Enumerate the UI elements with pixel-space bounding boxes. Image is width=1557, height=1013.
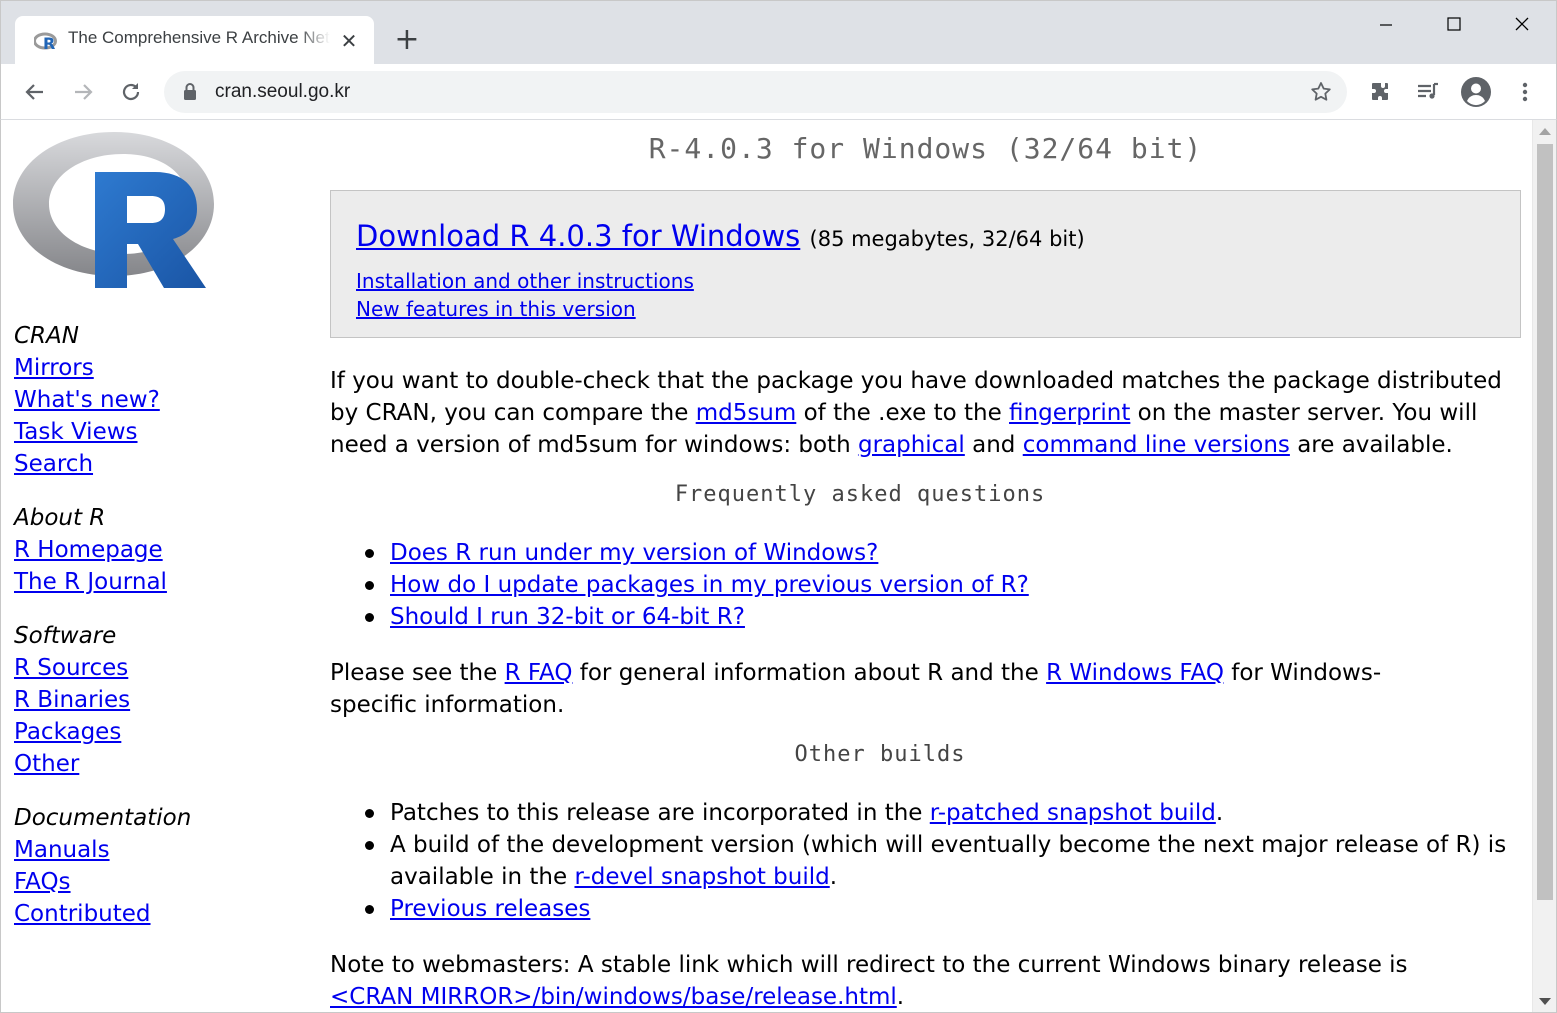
new-tab-icon[interactable]: + [391, 25, 423, 57]
webmaster-note: Note to webmasters: A stable link which … [330, 949, 1510, 1012]
star-icon[interactable] [1309, 80, 1333, 104]
text: Please see the [330, 660, 505, 686]
list-item: A build of the development version (whic… [365, 829, 1510, 893]
sidebar-link-faqs[interactable]: FAQs [14, 866, 191, 898]
r-patched-snapshot-link[interactable]: r-patched snapshot build [930, 800, 1216, 826]
installation-instructions-link[interactable]: Installation and other instructions [356, 269, 694, 293]
previous-releases-link[interactable]: Previous releases [390, 896, 590, 922]
vertical-scrollbar[interactable] [1532, 120, 1556, 1012]
text: for general information about R and the [572, 660, 1047, 686]
sidebar-link-r-journal[interactable]: The R Journal [14, 566, 191, 598]
release-redirect-link[interactable]: <CRAN MIRROR>/bin/windows/base/release.h… [330, 984, 897, 1010]
sidebar-link-contributed[interactable]: Contributed [14, 898, 191, 930]
maximize-icon[interactable] [1431, 7, 1477, 43]
download-box: Download R 4.0.3 for Windows (85 megabyt… [330, 190, 1521, 338]
sidebar-link-packages[interactable]: Packages [14, 716, 191, 748]
browser-toolbar: cran.seoul.go.kr [0, 64, 1557, 120]
browser-tab[interactable]: R The Comprehensive R Archive Network ✕ [15, 16, 374, 66]
sidebar-heading-documentation: Documentation [14, 805, 192, 831]
md5sum-link[interactable]: md5sum [696, 400, 797, 426]
list-item: Does R run under my version of Windows? [365, 537, 1510, 569]
text: of the .exe to the [796, 400, 1010, 426]
text: Note to webmasters: A stable link which … [330, 952, 1408, 978]
sidebar-link-search[interactable]: Search [14, 448, 191, 480]
svg-text:R: R [43, 34, 55, 50]
r-faq-link[interactable]: R FAQ [505, 660, 573, 686]
sidebar-link-r-homepage[interactable]: R Homepage [14, 534, 191, 566]
forward-icon[interactable] [67, 76, 99, 108]
minimize-icon[interactable] [1363, 7, 1409, 43]
profile-icon[interactable] [1460, 76, 1492, 108]
download-r-link[interactable]: Download R 4.0.3 for Windows [356, 219, 800, 253]
list-item: Should I run 32-bit or 64-bit R? [365, 601, 1510, 633]
sidebar-link-r-sources[interactable]: R Sources [14, 652, 191, 684]
list-item: Patches to this release are incorporated… [365, 797, 1510, 829]
sidebar-link-task-views[interactable]: Task Views [14, 416, 191, 448]
command-line-versions-link[interactable]: command line versions [1023, 432, 1290, 458]
reload-icon[interactable] [115, 76, 147, 108]
md5-paragraph: If you want to double-check that the pac… [330, 365, 1510, 461]
faq-link-32-or-64-bit[interactable]: Should I run 32-bit or 64-bit R? [390, 604, 745, 630]
faq-heading: Frequently asked questions [674, 482, 1046, 507]
sidebar-heading-about-r: About R [14, 505, 106, 531]
list-item: Previous releases [365, 893, 1510, 925]
fingerprint-link[interactable]: fingerprint [1009, 400, 1130, 426]
sidebar-link-manuals[interactable]: Manuals [14, 834, 191, 866]
other-builds-heading: Other builds [794, 742, 966, 767]
sidebar-nav: CRAN Mirrors What's new? Task Views Sear… [14, 320, 191, 930]
sidebar-link-other[interactable]: Other [14, 748, 191, 780]
address-bar[interactable]: cran.seoul.go.kr [164, 71, 1347, 113]
back-icon[interactable] [19, 76, 51, 108]
r-windows-faq-link[interactable]: R Windows FAQ [1046, 660, 1224, 686]
text: are available. [1289, 432, 1453, 458]
scroll-down-icon[interactable] [1539, 998, 1551, 1005]
sidebar-link-whats-new[interactable]: What's new? [14, 384, 191, 416]
graphical-link[interactable]: graphical [858, 432, 965, 458]
tab-title: The Comprehensive R Archive Network [68, 28, 330, 47]
page-viewport: CRAN Mirrors What's new? Task Views Sear… [0, 120, 1557, 1013]
sidebar-heading-cran: CRAN [14, 323, 79, 349]
text: . [896, 984, 905, 1010]
download-size: (85 megabytes, 32/64 bit) [809, 227, 1085, 251]
media-queue-icon[interactable] [1412, 76, 1444, 108]
lock-icon [184, 83, 196, 100]
sidebar-link-r-binaries[interactable]: R Binaries [14, 684, 191, 716]
scrollbar-thumb[interactable] [1537, 144, 1553, 900]
text: . [1215, 800, 1224, 826]
text: . [829, 864, 838, 890]
extensions-icon[interactable] [1365, 76, 1397, 108]
download-line: Download R 4.0.3 for Windows (85 megabyt… [356, 219, 1085, 253]
scroll-up-icon[interactable] [1539, 128, 1551, 135]
text: and [964, 432, 1023, 458]
text: A build of the development version (whic… [390, 832, 1507, 890]
page-title: R-4.0.3 for Windows (32/64 bit) [648, 132, 1203, 165]
text: Patches to this release are incorporated… [390, 800, 930, 826]
new-features-link[interactable]: New features in this version [356, 297, 636, 321]
faq-reference-paragraph: Please see the R FAQ for general informa… [330, 657, 1460, 721]
faq-list: Does R run under my version of Windows? … [365, 537, 1510, 633]
r-devel-snapshot-link[interactable]: r-devel snapshot build [574, 864, 829, 890]
other-builds-list: Patches to this release are incorporated… [365, 797, 1510, 925]
faq-link-windows-version[interactable]: Does R run under my version of Windows? [390, 540, 878, 566]
tab-close-icon[interactable]: ✕ [337, 29, 361, 53]
url-text: cran.seoul.go.kr [215, 81, 351, 102]
menu-icon[interactable] [1509, 76, 1541, 108]
faq-link-update-packages[interactable]: How do I update packages in my previous … [390, 572, 1029, 598]
sidebar-link-mirrors[interactable]: Mirrors [14, 352, 191, 384]
r-logo [13, 132, 214, 288]
title-bar: R The Comprehensive R Archive Network ✕ … [0, 0, 1557, 66]
window-close-icon[interactable] [1499, 7, 1545, 43]
r-favicon-icon: R [34, 32, 57, 50]
sidebar-heading-software: Software [14, 623, 117, 649]
list-item: How do I update packages in my previous … [365, 569, 1510, 601]
